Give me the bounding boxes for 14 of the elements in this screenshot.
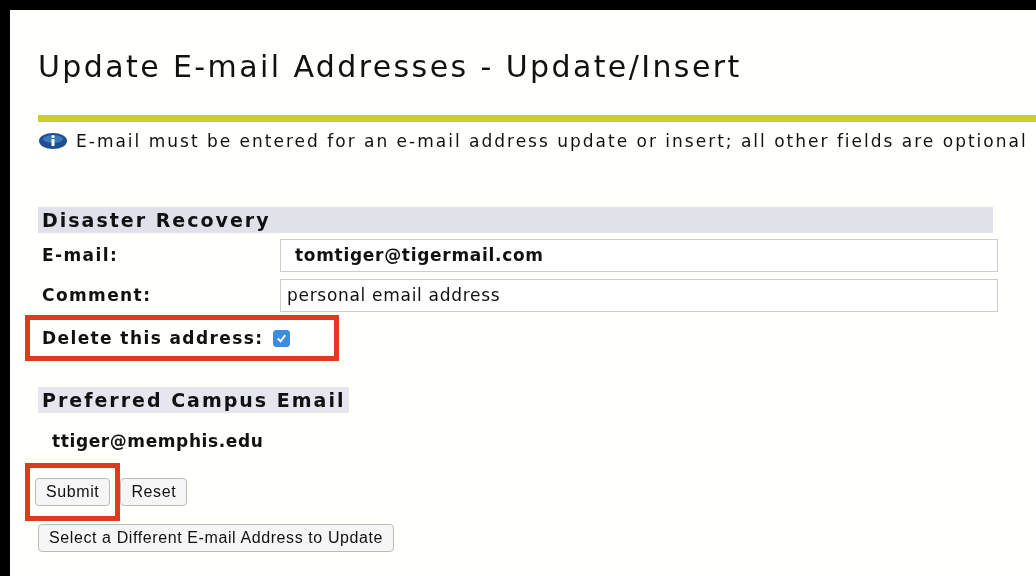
input-field[interactable]: personal email address [280,278,998,312]
section-heading: Preferred Campus Email [38,387,350,413]
input-field[interactable]: tomtiger@tigermail.com [280,238,998,272]
checkbox-label: Delete this address: [41,328,264,348]
form-button[interactable]: Submit [35,478,111,506]
section-heading: Disaster Recovery [38,207,993,233]
info-message: E-mail must be entered for an e-mail address update or insert; all other fields are optional [76,131,1028,151]
field-label: E-mail: [41,245,120,265]
select-address-button[interactable]: Select a Different E-mail Address to Update [38,524,395,552]
delete-checkbox[interactable] [273,329,291,347]
form-button[interactable]: Reset [120,478,188,506]
preferred-email: ttiger@memphis.edu [51,431,265,451]
field-label: Comment: [41,285,153,305]
info-icon [38,131,68,151]
